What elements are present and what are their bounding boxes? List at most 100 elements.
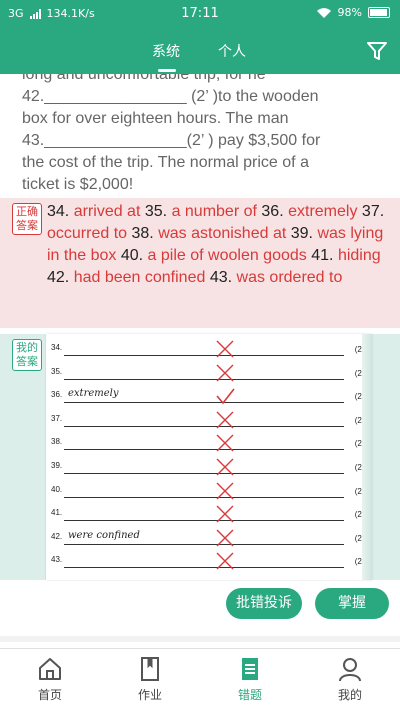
status-bar: 3G 134.1K/s 17:11 98% xyxy=(0,0,400,28)
battery-level: 98% xyxy=(337,6,362,19)
answer-value: had been confined xyxy=(73,269,206,286)
answer-line xyxy=(64,378,344,380)
home-icon xyxy=(39,658,61,680)
answer-sheet-row: 39. (2') xyxy=(46,456,372,480)
question-text: long and uncomfortable trip, for he 42._… xyxy=(0,74,400,198)
nav-item-homework[interactable]: 作业 xyxy=(110,655,190,703)
answer-value: a number of xyxy=(171,203,257,220)
my-answer-tag: 我的 答案 xyxy=(12,339,42,371)
mastered-button[interactable]: 掌握 xyxy=(315,588,389,619)
question-line: ticket is $2,000! xyxy=(22,176,134,193)
answer-num: 39. xyxy=(290,225,313,242)
tag-line: 答案 xyxy=(16,219,38,232)
cross-mark-icon xyxy=(216,364,234,382)
handwritten-answer: extremely xyxy=(68,388,119,400)
handwritten-answer: were confined xyxy=(68,529,140,541)
question-line: 43.________________(2’ ) pay $3,500 for xyxy=(22,132,321,149)
row-number: 37. xyxy=(51,413,63,423)
row-number: 42. xyxy=(51,531,63,541)
cross-mark-icon xyxy=(216,529,234,547)
answer-value: was ordered to xyxy=(236,269,343,286)
row-number: 38. xyxy=(51,437,63,447)
answer-line xyxy=(64,425,344,427)
cross-mark-icon xyxy=(216,434,234,452)
sheet-edge xyxy=(362,334,372,580)
tag-line: 答案 xyxy=(16,355,38,368)
cross-mark-icon xyxy=(216,505,234,523)
question-line: long and uncomfortable trip, for he xyxy=(22,74,266,83)
correct-answer-list: 34. arrived at 35. a number of 36. extre… xyxy=(47,201,392,289)
answer-sheet-row: 38. (2') xyxy=(46,432,372,456)
row-number: 35. xyxy=(51,366,63,376)
homework-icon xyxy=(141,657,159,681)
answer-line xyxy=(64,567,344,569)
mistakes-icon xyxy=(242,658,258,680)
answer-sheet-row: 42. were confined (2') xyxy=(46,527,372,551)
row-number: 39. xyxy=(51,461,63,470)
answer-line xyxy=(64,355,344,356)
answer-num: 34. xyxy=(47,203,70,220)
answer-line xyxy=(64,520,344,522)
wifi-icon xyxy=(316,7,331,18)
answer-num: 40. xyxy=(120,247,144,264)
cross-mark-icon xyxy=(216,340,234,358)
answer-line xyxy=(64,473,344,474)
correct-answer-section: 正确 答案 34. arrived at 35. a number of 36.… xyxy=(0,198,400,328)
answer-value: was astonished at xyxy=(158,225,287,242)
answer-line xyxy=(64,543,344,545)
correct-answer-tag: 正确 答案 xyxy=(12,203,42,235)
cross-mark-icon xyxy=(216,458,234,476)
answer-value: hiding xyxy=(337,247,381,264)
row-number: 40. xyxy=(51,484,63,494)
cross-mark-icon xyxy=(216,411,234,429)
profile-icon xyxy=(339,658,361,682)
row-number: 43. xyxy=(51,555,63,565)
answer-sheet-row: 43. (2') xyxy=(46,550,372,574)
app-header: 系统 个人 xyxy=(0,28,400,74)
answer-num: 36. xyxy=(261,203,284,220)
answer-sheet-row: 37. (2') xyxy=(46,409,372,433)
answer-sheet-row: 40. (2') xyxy=(46,480,372,504)
answer-num: 43. xyxy=(209,269,233,286)
answer-value: occurred to xyxy=(47,225,128,242)
filter-icon[interactable] xyxy=(366,40,388,62)
report-error-button[interactable]: 批错投诉 xyxy=(226,588,302,619)
check-mark-icon xyxy=(216,388,235,405)
nav-label: 我的 xyxy=(337,688,362,702)
tag-line: 我的 xyxy=(16,341,38,354)
answer-value: extremely xyxy=(288,203,358,220)
answer-sheet-row: 36. extremely (2') xyxy=(46,385,372,409)
nav-item-profile[interactable]: 我的 xyxy=(310,655,390,703)
answer-line xyxy=(64,449,344,451)
nav-label: 错题 xyxy=(237,688,262,702)
tab-personal[interactable]: 个人 xyxy=(218,41,246,61)
nav-item-mistakes[interactable]: 错题 xyxy=(210,655,290,703)
my-answer-section: 我的 答案 34. (2') 35. (2') 36. extremely (2') 37.(… xyxy=(0,334,400,580)
question-line: box for over eighteen hours. The man xyxy=(22,110,289,127)
answer-line xyxy=(64,496,344,498)
answer-sheet-row: 35. (2') xyxy=(46,362,372,386)
nav-label: 首页 xyxy=(37,688,62,702)
answer-value: a pile of woolen goods xyxy=(147,247,307,264)
bottom-nav: 首页 作业 错题 我的 xyxy=(0,648,400,711)
status-right: 98% xyxy=(316,6,390,19)
answer-num: 35. xyxy=(144,203,168,220)
row-number: 34. xyxy=(51,343,63,352)
row-number: 41. xyxy=(51,508,63,518)
answer-num: 42. xyxy=(47,269,70,286)
answer-line xyxy=(64,402,344,404)
nav-label: 作业 xyxy=(137,688,162,702)
section-divider xyxy=(0,636,400,642)
battery-icon xyxy=(368,7,390,18)
answer-sheet-image[interactable]: 34. (2') 35. (2') 36. extremely (2') 37. (2') 38.… xyxy=(46,334,372,580)
answer-value: arrived at xyxy=(73,203,141,220)
question-line: the cost of the trip. The normal price o… xyxy=(22,154,309,171)
tab-system[interactable]: 系统 xyxy=(152,41,180,61)
answer-num: 37. xyxy=(361,203,385,220)
nav-item-home[interactable]: 首页 xyxy=(10,655,90,703)
cross-mark-icon xyxy=(216,482,234,500)
question-line: 42.________________ (2’ )to the wooden xyxy=(22,88,319,105)
row-number: 36. xyxy=(51,390,63,400)
answer-num: 38. xyxy=(131,225,154,242)
active-tab-indicator xyxy=(158,69,176,72)
